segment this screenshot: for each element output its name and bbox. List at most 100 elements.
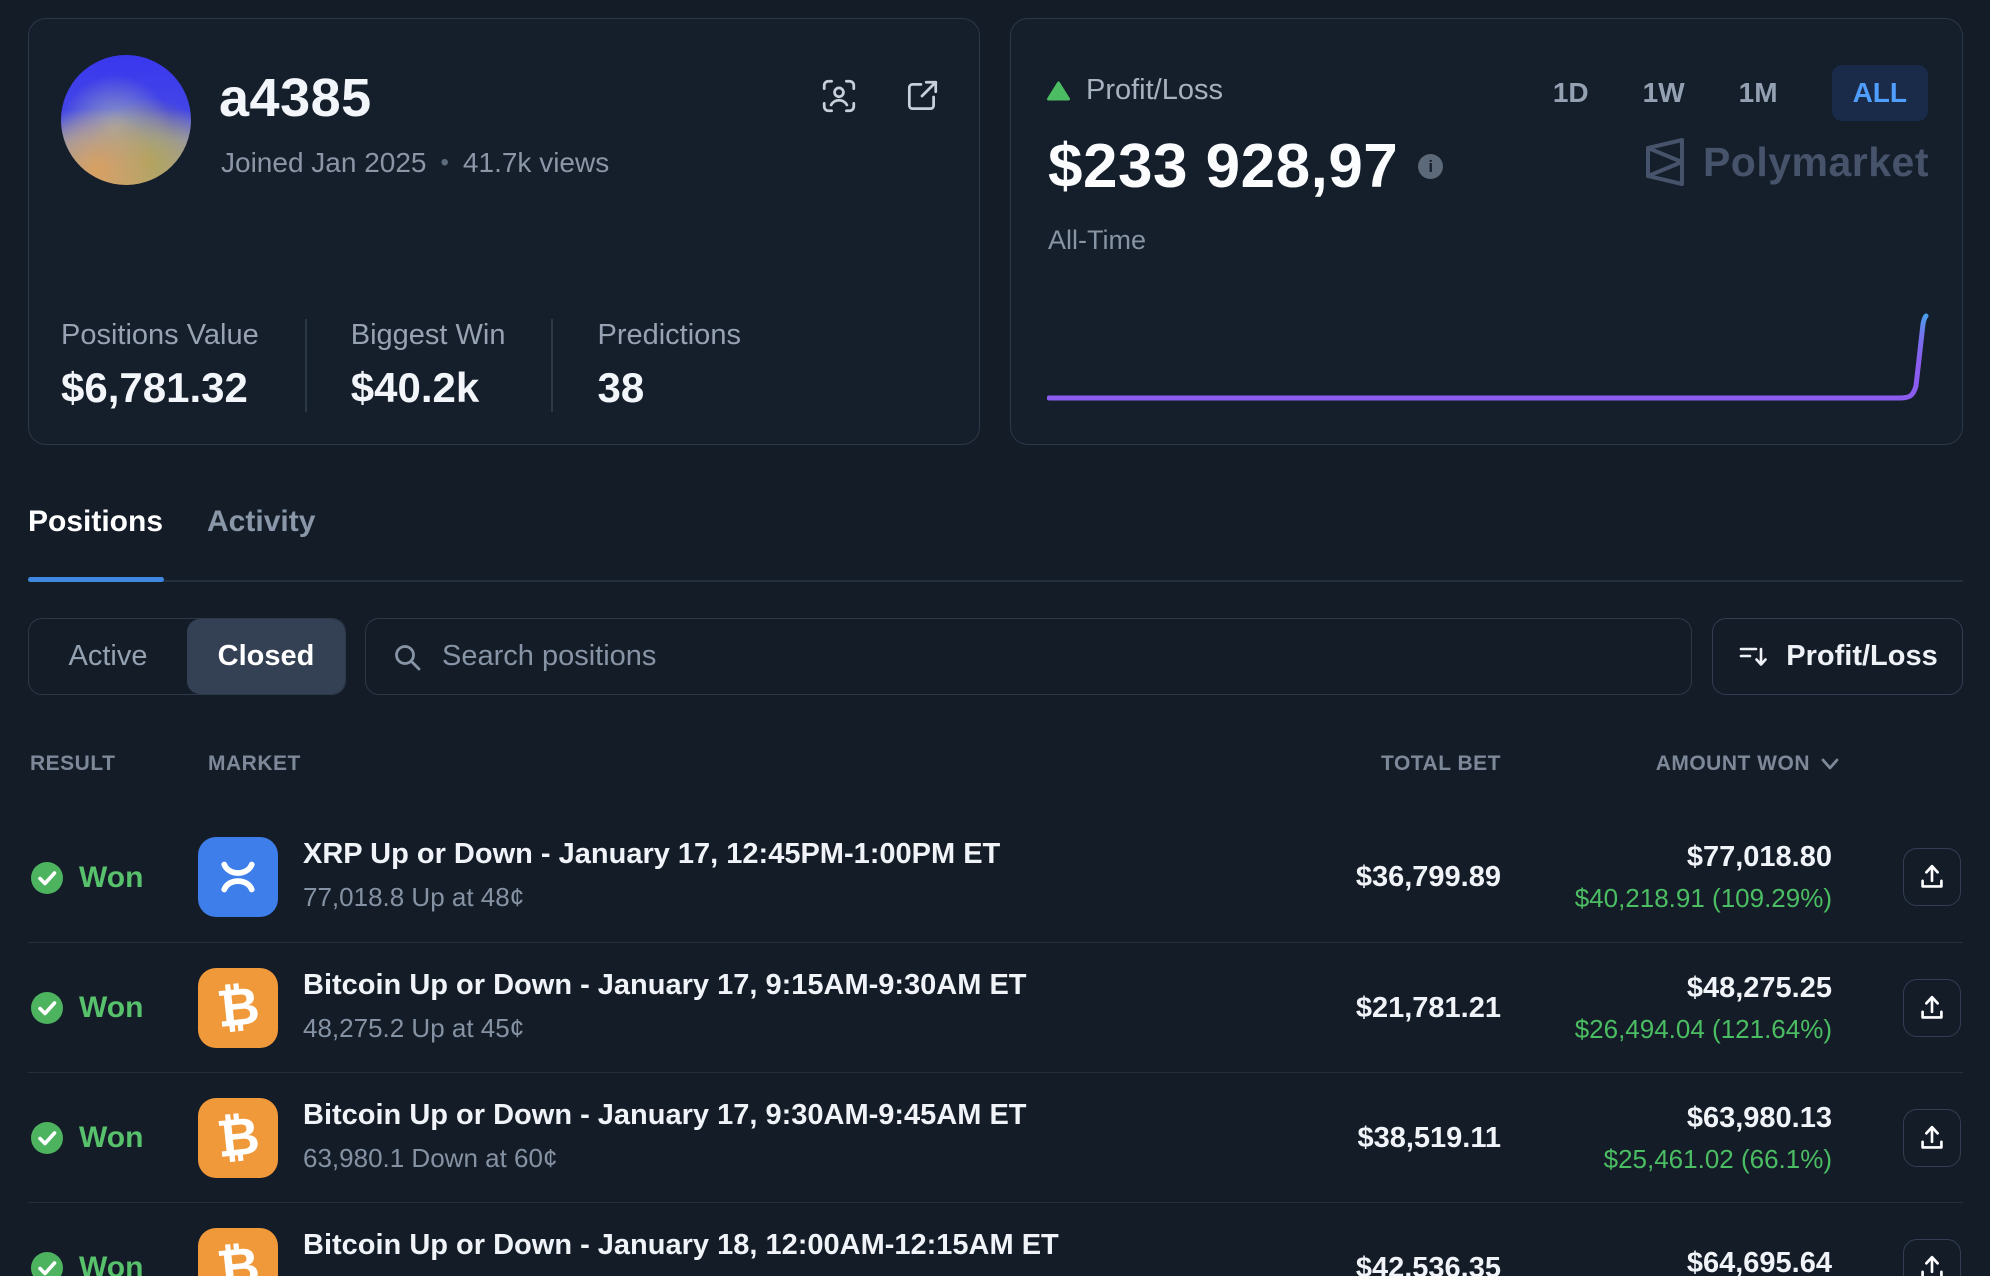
amount-won-cell: $64,695.64 (1687, 1203, 1832, 1276)
chevron-down-icon (1820, 757, 1840, 771)
stat-value: 38 (597, 364, 740, 412)
range-all[interactable]: ALL (1832, 65, 1928, 121)
result-cell: Won (30, 1203, 143, 1276)
section-tabs: Positions Activity (28, 505, 315, 539)
profit-value: $40,218.91 (109.29%) (1575, 883, 1832, 914)
share-button[interactable] (1903, 1109, 1961, 1167)
market-title: Bitcoin Up or Down - January 17, 9:15AM-… (303, 969, 1027, 1002)
joined-date: Joined Jan 2025 (221, 147, 427, 179)
market-title: XRP Up or Down - January 17, 12:45PM-1:0… (303, 838, 1000, 871)
profile-actions (820, 77, 941, 115)
range-1m[interactable]: 1M (1739, 77, 1778, 109)
result-cell: Won (30, 812, 143, 943)
share-button[interactable] (1903, 1239, 1961, 1276)
total-bet-value: $21,781.21 (1356, 943, 1501, 1073)
result-label: Won (79, 1251, 143, 1276)
sort-profit-loss-button[interactable]: Profit/Loss (1712, 618, 1963, 695)
search-icon (392, 642, 422, 672)
result-label: Won (79, 1121, 143, 1155)
amount-won-cell: $77,018.80 $40,218.91 (109.29%) (1575, 812, 1832, 943)
segment-active[interactable]: Active (29, 619, 187, 694)
pnl-label: Profit/Loss (1086, 74, 1223, 107)
bitcoin-icon: ₿ (198, 1228, 278, 1276)
time-range-selector: 1D 1W 1M ALL (1553, 63, 1928, 123)
total-bet-value: $42,536.35 (1356, 1203, 1501, 1276)
external-link-icon (903, 77, 941, 115)
share-upload-icon (1916, 861, 1948, 893)
up-triangle-icon (1047, 81, 1070, 101)
xrp-icon (198, 837, 278, 917)
share-upload-icon (1916, 992, 1948, 1024)
stat-biggest-win: Biggest Win $40.2k (305, 319, 552, 412)
stat-positions-value: Positions Value $6,781.32 (61, 319, 305, 412)
tab-activity[interactable]: Activity (207, 505, 315, 539)
share-upload-icon (1916, 1122, 1948, 1154)
amount-won-cell: $48,275.25 $26,494.04 (121.64%) (1575, 943, 1832, 1073)
face-scan-icon (820, 77, 858, 115)
stat-value: $40.2k (351, 364, 506, 412)
polymarket-profile-page: a4385 Joined Jan 2025 • 41.7k views (0, 0, 1990, 1276)
tab-positions[interactable]: Positions (28, 505, 163, 539)
range-1w[interactable]: 1W (1643, 77, 1685, 109)
share-upload-icon (1916, 1252, 1948, 1276)
column-header-result: RESULT (30, 752, 115, 776)
column-header-market: MARKET (208, 752, 301, 776)
total-bet-value: $36,799.89 (1356, 812, 1501, 943)
market-cell[interactable]: Bitcoin Up or Down - January 18, 12:00AM… (303, 1229, 1059, 1273)
sort-descending-icon (1737, 641, 1769, 673)
result-label: Won (79, 861, 143, 895)
market-title: Bitcoin Up or Down - January 17, 9:30AM-… (303, 1099, 1027, 1132)
won-check-icon (30, 1121, 64, 1155)
market-cell[interactable]: Bitcoin Up or Down - January 17, 9:15AM-… (303, 969, 1027, 1044)
active-tab-underline (28, 577, 164, 582)
won-check-icon (30, 861, 64, 895)
profit-loss-card: Profit/Loss 1D 1W 1M ALL $233 928,97 i A… (1010, 18, 1963, 445)
won-check-icon (30, 1251, 64, 1276)
dot-separator: • (441, 149, 449, 177)
tabs-divider (28, 580, 1963, 582)
status-segmented-control: Active Closed (28, 618, 346, 695)
polymarket-watermark: Polymarket (1642, 135, 1929, 189)
table-row[interactable]: Won ₿ Bitcoin Up or Down - January 17, 9… (28, 942, 1963, 1073)
bitcoin-icon: ₿ (198, 968, 278, 1048)
result-label: Won (79, 991, 143, 1025)
face-scan-button[interactable] (820, 77, 858, 115)
amount-won-value: $48,275.25 (1687, 972, 1832, 1005)
info-icon[interactable]: i (1418, 154, 1443, 179)
profile-stats: Positions Value $6,781.32 Biggest Win $4… (61, 319, 787, 412)
profit-value: $26,494.04 (121.64%) (1575, 1014, 1832, 1045)
amount-won-value: $64,695.64 (1687, 1247, 1832, 1276)
stat-predictions: Predictions 38 (551, 319, 786, 412)
external-link-button[interactable] (903, 77, 941, 115)
table-row[interactable]: Won ₿ Bitcoin Up or Down - January 17, 9… (28, 1072, 1963, 1203)
total-bet-value: $38,519.11 (1357, 1073, 1501, 1203)
market-subtitle: 63,980.1 Down at 60¢ (303, 1143, 1027, 1174)
profile-meta: Joined Jan 2025 • 41.7k views (221, 147, 609, 179)
table-row[interactable]: Won ₿ Bitcoin Up or Down - January 18, 1… (28, 1202, 1963, 1276)
stat-label: Biggest Win (351, 319, 506, 352)
pnl-period-label: All-Time (1048, 225, 1146, 256)
amount-won-value: $77,018.80 (1687, 841, 1832, 874)
market-subtitle: 77,018.8 Up at 48¢ (303, 882, 1000, 913)
column-header-total-bet: TOTAL BET (1381, 752, 1501, 776)
market-cell[interactable]: XRP Up or Down - January 17, 12:45PM-1:0… (303, 838, 1000, 913)
column-header-amount-won[interactable]: AMOUNT WON (1656, 752, 1840, 776)
segment-closed[interactable]: Closed (187, 619, 345, 694)
views-count: 41.7k views (463, 147, 609, 179)
stat-value: $6,781.32 (61, 364, 259, 412)
search-positions-box (365, 618, 1692, 695)
table-row[interactable]: Won XRP Up or Down - January 17, 12:45PM… (28, 812, 1963, 943)
sort-button-label: Profit/Loss (1786, 640, 1937, 673)
avatar (61, 55, 191, 185)
pnl-chart (1047, 310, 1936, 428)
market-subtitle: 48,275.2 Up at 45¢ (303, 1013, 1027, 1044)
bitcoin-icon: ₿ (198, 1098, 278, 1178)
share-button[interactable] (1903, 848, 1961, 906)
profile-card: a4385 Joined Jan 2025 • 41.7k views (28, 18, 980, 445)
search-input[interactable] (442, 640, 1665, 673)
share-button[interactable] (1903, 979, 1961, 1037)
stat-label: Predictions (597, 319, 740, 352)
range-1d[interactable]: 1D (1553, 77, 1589, 109)
market-cell[interactable]: Bitcoin Up or Down - January 17, 9:30AM-… (303, 1099, 1027, 1174)
page-title: a4385 (219, 67, 372, 129)
